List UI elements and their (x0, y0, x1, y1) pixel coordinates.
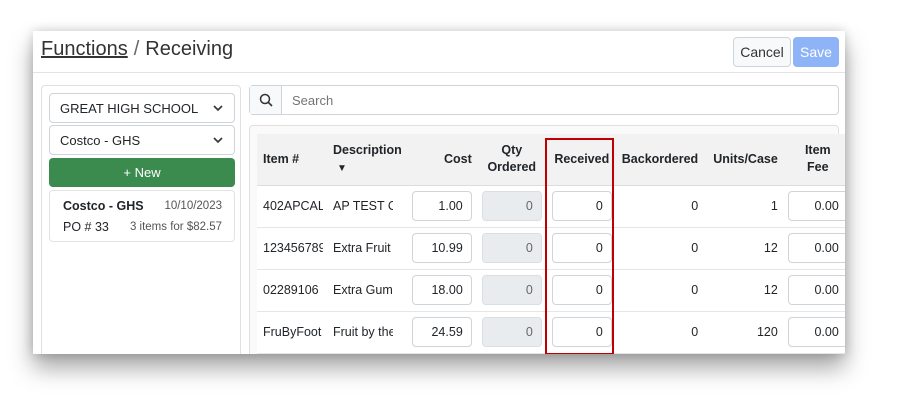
col-header-qty-line2: Ordered (487, 160, 537, 175)
qty-ordered-field: 0 (481, 275, 542, 305)
search-bar (249, 85, 839, 115)
col-header-fee-line1: Item (804, 143, 831, 158)
cell-description: Extra Fruit (333, 241, 391, 255)
search-icon (250, 86, 282, 114)
page-header: Functions / Receiving Cancel Save (33, 31, 845, 73)
order-date: 10/10/2023 (164, 200, 222, 212)
school-select[interactable]: GREAT HIGH SCHOOL (49, 93, 235, 123)
received-input[interactable]: 0 (551, 317, 612, 347)
received-input[interactable]: 0 (551, 233, 612, 263)
search-input[interactable] (282, 86, 838, 114)
items-table: Item # Description ▼ Cost Qty Ordered Rece… (257, 134, 845, 354)
page-title: Receiving (145, 38, 234, 60)
table-row: FruByFoot Fruit by the 24.59 0 0 0 120 0… (257, 311, 845, 354)
received-input[interactable]: 0 (551, 191, 612, 221)
vendor-select-value: Costco - GHS (60, 132, 141, 148)
col-header-description[interactable]: Description ▼ (328, 134, 407, 186)
cell-backordered: 0 (616, 185, 709, 228)
cell-description: Extra Gum (333, 283, 393, 297)
items-table-card: Item # Description ▼ Cost Qty Ordered Rece… (249, 125, 845, 354)
save-button[interactable]: Save (793, 37, 839, 67)
col-header-units-case[interactable]: Units/Case (708, 134, 783, 186)
col-header-cost[interactable]: Cost (406, 134, 477, 186)
cell-item-number: 02289106 (263, 283, 319, 297)
table-row: 123456789 Extra Fruit 10.99 0 0 0 12 0.0… (257, 227, 845, 270)
col-header-item-fee[interactable]: Item Fee (782, 134, 845, 186)
cell-item-number: FruByFoot (263, 325, 322, 339)
order-po-number: PO # 33 (63, 220, 109, 234)
cell-units-case: 12 (708, 227, 783, 270)
new-order-button[interactable]: + New (49, 158, 235, 187)
table-row: 02289106 Extra Gum 18.00 0 0 0 12 0.00 (257, 269, 845, 312)
order-vendor: Costco - GHS (63, 199, 144, 213)
item-fee-input[interactable]: 0.00 (787, 233, 845, 263)
cell-description: Fruit by the (333, 325, 393, 339)
col-header-description-label: Description (333, 142, 402, 157)
col-header-backordered[interactable]: Backordered (616, 134, 709, 186)
sidebar: GREAT HIGH SCHOOL Costco - GHS + New Cos… (41, 85, 241, 354)
cell-units-case: 12 (708, 269, 783, 312)
cell-item-number: 402APCAL( (263, 199, 323, 213)
order-list-item[interactable]: Costco - GHS 10/10/2023 PO # 33 3 items … (49, 190, 235, 242)
qty-ordered-field: 0 (481, 233, 542, 263)
qty-ordered-field: 0 (481, 317, 542, 347)
cancel-button[interactable]: Cancel (733, 37, 791, 67)
chevron-down-icon (213, 137, 223, 144)
cost-input[interactable]: 1.00 (411, 191, 472, 221)
cell-backordered: 0 (616, 269, 709, 312)
received-input[interactable]: 0 (551, 275, 612, 305)
school-select-value: GREAT HIGH SCHOOL (60, 100, 199, 116)
cell-backordered: 0 (616, 227, 709, 270)
col-header-item[interactable]: Item # (257, 134, 328, 186)
cell-item-number: 123456789 (263, 241, 323, 255)
item-fee-input[interactable]: 0.00 (787, 275, 845, 305)
item-fee-input[interactable]: 0.00 (787, 317, 845, 347)
sort-caret-icon: ▼ (337, 162, 347, 174)
breadcrumb-functions-link[interactable]: Functions (41, 38, 128, 60)
breadcrumb: Functions / Receiving (41, 38, 233, 61)
cell-units-case: 120 (708, 311, 783, 354)
table-row: 402APCAL( AP TEST CA 1.00 0 0 0 1 0.00 (257, 185, 845, 228)
breadcrumb-separator: / (133, 38, 140, 60)
col-header-received[interactable]: Received (546, 134, 617, 186)
chevron-down-icon (213, 105, 223, 112)
cell-description: AP TEST CA (333, 199, 393, 213)
cell-units-case: 1 (708, 185, 783, 228)
vendor-select[interactable]: Costco - GHS (49, 125, 235, 155)
cost-input[interactable]: 24.59 (411, 317, 472, 347)
cell-backordered: 0 (616, 311, 709, 354)
qty-ordered-field: 0 (481, 191, 542, 221)
app-window: Functions / Receiving Cancel Save GREAT HI… (33, 31, 845, 354)
col-header-qty-line1: Qty (501, 143, 523, 158)
order-summary: 3 items for $82.57 (129, 221, 222, 233)
cost-input[interactable]: 10.99 (411, 233, 472, 263)
cost-input[interactable]: 18.00 (411, 275, 472, 305)
item-fee-input[interactable]: 0.00 (787, 191, 845, 221)
col-header-qty-ordered[interactable]: Qty Ordered (476, 134, 547, 186)
table-header-row: Item # Description ▼ Cost Qty Ordered Rece… (257, 134, 845, 186)
main-panel: Item # Description ▼ Cost Qty Ordered Rece… (249, 85, 845, 354)
col-header-fee-line2: Fee (807, 160, 829, 175)
